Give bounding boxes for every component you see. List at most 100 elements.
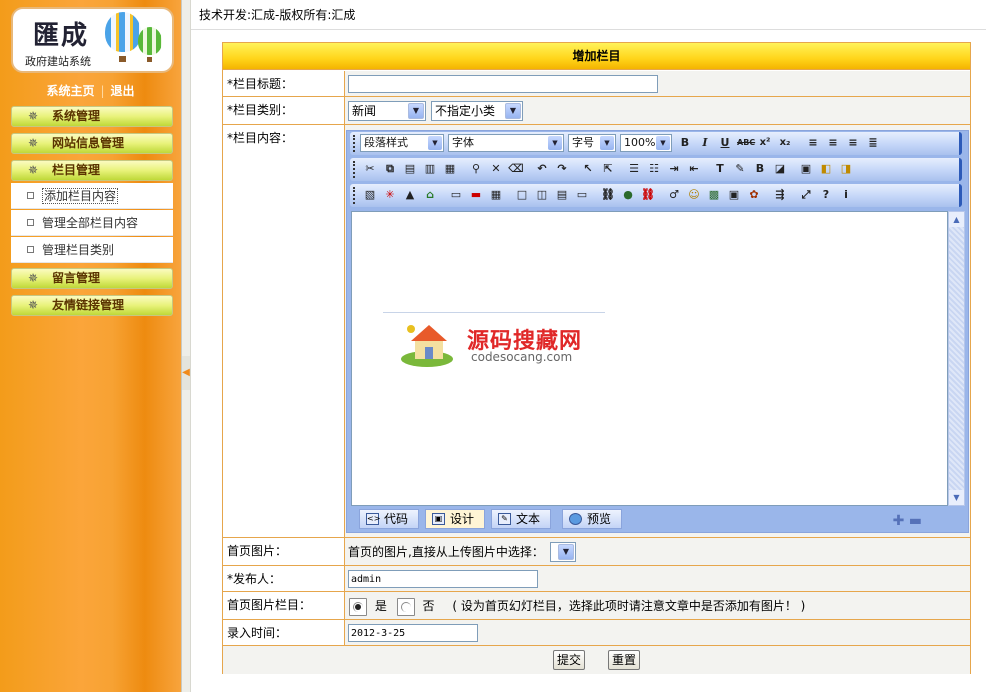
tab-text[interactable]: ✎ 文本 <box>491 509 551 529</box>
strikethrough-icon[interactable]: ABC <box>737 135 755 151</box>
menu-system[interactable]: ✵ 系统管理 <box>11 106 173 127</box>
menu-links[interactable]: ✵ 友情链接管理 <box>11 295 173 316</box>
insert-date-icon[interactable]: ▣ <box>726 187 742 203</box>
indent-icon[interactable]: ⇥ <box>666 161 682 177</box>
category-select[interactable]: 新闻 ▼ <box>348 101 426 121</box>
horizontal-rule-icon[interactable]: ▤ <box>554 187 570 203</box>
slide-no-radio[interactable] <box>396 597 415 616</box>
backward-layer-icon[interactable]: ◨ <box>838 161 854 177</box>
menu-label: 网站信息管理 <box>52 136 125 150</box>
ordered-list-icon[interactable]: ☰ <box>626 161 642 177</box>
shrink-icon[interactable]: ▬ <box>909 513 922 529</box>
find-icon[interactable]: ⚲ <box>468 161 484 177</box>
align-left-icon[interactable]: ≡ <box>805 135 821 151</box>
align-right-icon[interactable]: ≡ <box>845 135 861 151</box>
menu-guestbook[interactable]: ✵ 留言管理 <box>11 268 173 289</box>
cut-icon[interactable]: ✂ <box>362 161 378 177</box>
insert-link-icon[interactable]: ⛓ <box>600 187 616 203</box>
subcategory-select[interactable]: 不指定小类 ▼ <box>431 101 523 121</box>
chevron-down-icon: ▼ <box>558 544 574 560</box>
submenu-manage-all-content[interactable]: 管理全部栏目内容 <box>11 210 173 236</box>
highlight-icon[interactable]: ✎ <box>732 161 748 177</box>
tab-preview[interactable]: 预览 <box>562 509 622 529</box>
paragraph-style-select[interactable]: 段落样式 ▼ <box>360 134 444 152</box>
submenu-manage-categories[interactable]: 管理栏目类别 <box>11 237 173 263</box>
submenu-label: 添加栏目内容 <box>42 188 119 204</box>
scroll-down-icon[interactable]: ▼ <box>949 490 964 505</box>
logo: 匯成 政府建站系统 <box>11 7 174 73</box>
insert-iframe-icon[interactable]: ◫ <box>534 187 550 203</box>
publisher-input[interactable] <box>348 570 538 588</box>
submit-button[interactable]: 提交 <box>553 650 585 670</box>
insert-fieldset-icon[interactable]: □ <box>514 187 530 203</box>
forward-layer-icon[interactable]: ◧ <box>818 161 834 177</box>
unlink-icon[interactable]: ⛓ <box>640 187 656 203</box>
paste-word-icon[interactable]: ▦ <box>442 161 458 177</box>
gallery-icon[interactable]: ▩ <box>706 187 722 203</box>
insert-table-icon[interactable]: ▭ <box>448 187 464 203</box>
menu-column[interactable]: ✵ 栏目管理 <box>11 160 173 181</box>
superscript-icon[interactable]: x² <box>757 135 773 151</box>
time-input[interactable] <box>348 624 478 642</box>
insert-image-icon[interactable]: ▧ <box>362 187 378 203</box>
logout-link[interactable]: 退出 <box>111 82 135 99</box>
emoticon-icon[interactable]: ☺ <box>686 187 702 203</box>
align-justify-icon[interactable]: ≣ <box>865 135 881 151</box>
align-center-icon[interactable]: ≡ <box>825 135 841 151</box>
help-icon[interactable]: ? <box>818 187 834 203</box>
font-select[interactable]: 字体 ▼ <box>448 134 564 152</box>
format-brush-icon[interactable]: ◪ <box>772 161 788 177</box>
globe-icon <box>569 513 582 525</box>
reset-button[interactable]: 重置 <box>608 650 640 670</box>
font-size-select[interactable]: 字号 ▼ <box>568 134 616 152</box>
tab-label: 设计 <box>450 512 475 526</box>
fullscreen-icon[interactable]: ⤢ <box>798 187 814 203</box>
delete-icon[interactable]: ✕ <box>488 161 504 177</box>
eraser-icon[interactable]: ⌫ <box>508 161 524 177</box>
scroll-up-icon[interactable]: ▲ <box>949 212 964 227</box>
title-input[interactable] <box>348 75 658 93</box>
paste-icon[interactable]: ▤ <box>402 161 418 177</box>
submenu-add-column-content[interactable]: 添加栏目内容 <box>11 183 173 209</box>
tab-label: 代码 <box>384 512 409 526</box>
undo-icon[interactable]: ↶ <box>534 161 550 177</box>
toolbar-grip <box>353 135 355 152</box>
editor-scrollbar[interactable]: ▲ ▼ <box>948 211 965 506</box>
anchor-icon[interactable]: ● <box>620 187 636 203</box>
underline-icon[interactable]: U <box>717 135 733 151</box>
paste-text-icon[interactable]: ▥ <box>422 161 438 177</box>
collapse-arrow-icon[interactable]: ◀ <box>182 356 190 390</box>
about-icon[interactable]: ⅰ <box>838 187 854 203</box>
insert-media-icon[interactable]: ▲ <box>402 187 418 203</box>
absolute-position-icon[interactable]: ⇱ <box>600 161 616 177</box>
zoom-select[interactable]: 100% ▼ <box>620 134 672 152</box>
marquee-icon[interactable]: ▭ <box>574 187 590 203</box>
subscript-icon[interactable]: x₂ <box>777 135 793 151</box>
redo-icon[interactable]: ↷ <box>554 161 570 177</box>
insert-row-icon[interactable]: ▬ <box>468 187 484 203</box>
menu-site-info[interactable]: ✵ 网站信息管理 <box>11 133 173 154</box>
sidebar-splitter[interactable]: ◀ <box>181 0 191 692</box>
tab-design[interactable]: ▣ 设计 <box>425 509 485 529</box>
insert-column-icon[interactable]: ▦ <box>488 187 504 203</box>
insert-file-icon[interactable]: ⌂ <box>422 187 438 203</box>
copy-icon[interactable]: ⧉ <box>382 161 398 177</box>
page-break-icon[interactable]: ⇶ <box>772 187 788 203</box>
balloon-basket-small-icon <box>147 57 152 62</box>
enlarge-icon[interactable]: ✚ <box>893 513 905 529</box>
select-pointer-icon[interactable]: ↖ <box>580 161 596 177</box>
background-color-icon[interactable]: B <box>752 161 768 177</box>
text-color-icon[interactable]: T <box>712 161 728 177</box>
image-select[interactable]: ▼ <box>550 542 576 562</box>
layer-icon[interactable]: ▣ <box>798 161 814 177</box>
unordered-list-icon[interactable]: ☷ <box>646 161 662 177</box>
tab-code[interactable]: <> 代码 <box>359 509 419 529</box>
bold-icon[interactable]: B <box>677 135 693 151</box>
special-char-icon[interactable]: ♂ <box>666 187 682 203</box>
slide-yes-radio[interactable] <box>349 597 367 616</box>
home-link[interactable]: 系统主页 <box>46 82 94 99</box>
stamp-icon[interactable]: ✿ <box>746 187 762 203</box>
italic-icon[interactable]: I <box>697 135 713 151</box>
outdent-icon[interactable]: ⇤ <box>686 161 702 177</box>
insert-flash-icon[interactable]: ✳ <box>382 187 398 203</box>
